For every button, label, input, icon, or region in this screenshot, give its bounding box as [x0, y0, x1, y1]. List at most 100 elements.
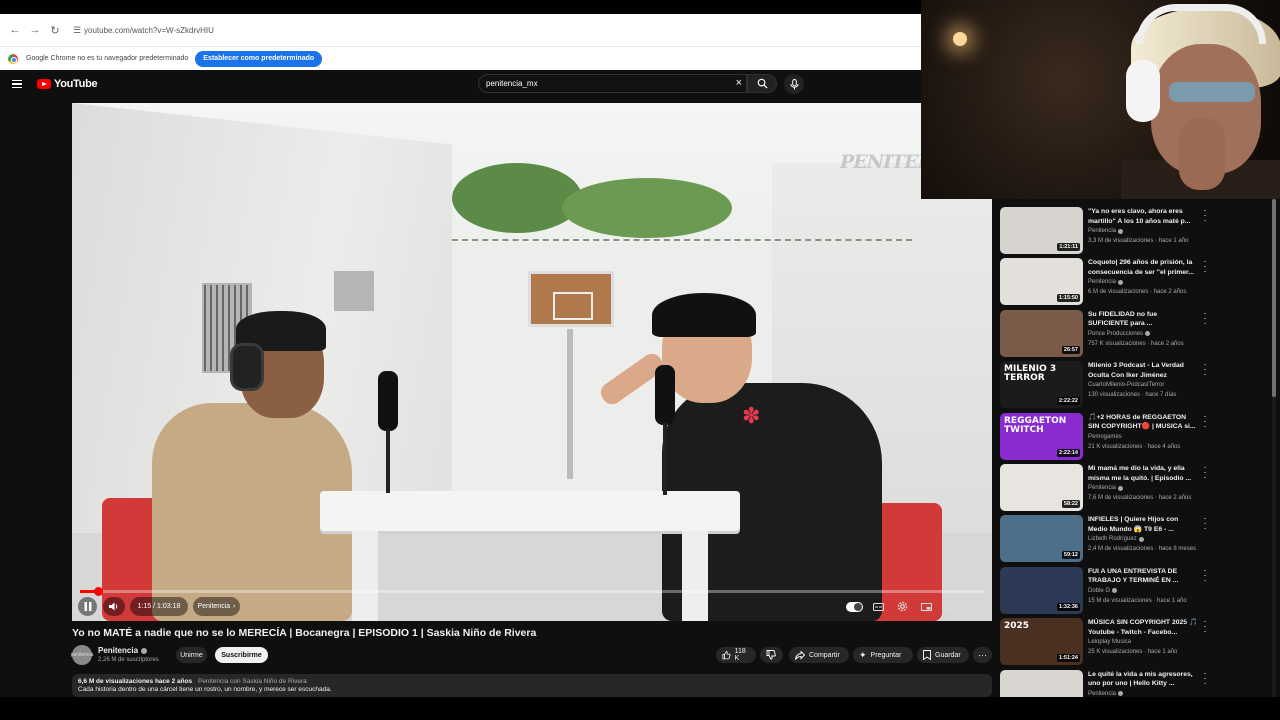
autoplay-toggle[interactable]: [845, 597, 864, 616]
site-info-icon[interactable]: ☰: [70, 25, 84, 36]
recommendation-channel[interactable]: Penitencia: [1088, 279, 1124, 286]
clear-search-icon[interactable]: ×: [736, 77, 742, 89]
video-thumbnail[interactable]: 1:15:50: [1000, 258, 1083, 306]
video-thumbnail[interactable]: 1:21:11: [1000, 207, 1083, 254]
video-duration: 26:57: [1061, 345, 1080, 354]
theater-button[interactable]: [941, 597, 960, 616]
set-default-button[interactable]: Establecer como predeterminado: [195, 50, 323, 67]
video-thumbnail[interactable]: [1000, 669, 1083, 697]
more-vertical-icon[interactable]: · · ·: [1202, 206, 1208, 225]
progress-knob[interactable]: [93, 587, 103, 596]
video-thumbnail[interactable]: 58:22: [1000, 464, 1083, 511]
recommendation-title[interactable]: MÚSICA SIN COPYRIGHT 2025 🎵 Youtube - Tw…: [1088, 618, 1198, 637]
description-box[interactable]: 6,6 M de visualizaciones hace 2 años Pen…: [72, 674, 992, 697]
ask-button[interactable]: ✦ Preguntar: [853, 647, 913, 663]
subscribe-button[interactable]: Suscribirme: [215, 647, 268, 663]
recommendation-channel[interactable]: Penitencia: [1088, 691, 1124, 697]
more-actions-button[interactable]: ⋯: [973, 647, 992, 663]
recommendation-channel-name: Penitencia: [1088, 279, 1117, 286]
verified-icon: [1118, 691, 1124, 697]
recommendation-item[interactable]: Le quité la vida a mis agresores, uno po…: [1000, 668, 1270, 697]
volume-icon: [109, 602, 118, 611]
video-thumbnail[interactable]: 59:12: [1000, 515, 1083, 563]
recommendation-channel[interactable]: Pemogames: [1088, 434, 1122, 440]
channel-avatar[interactable]: penitencia: [70, 645, 94, 665]
recommendation-title[interactable]: "Ya no eres clavo, ahora eres martillo" …: [1088, 207, 1198, 226]
forward-icon[interactable]: →: [26, 21, 44, 39]
more-vertical-icon[interactable]: · · ·: [1202, 514, 1208, 533]
avatar-text: penitencia: [70, 652, 94, 658]
more-vertical-icon[interactable]: · · ·: [1202, 463, 1208, 482]
share-button[interactable]: Compartir: [789, 647, 849, 663]
browser-toolbar: ← → ↻ ☰ youtube.com/watch?v=W-sZkdrvHIU: [0, 14, 921, 46]
settings-button[interactable]: [893, 597, 912, 616]
recommendation-channel[interactable]: Penitencia: [1088, 228, 1124, 234]
recommendation-channel-name: Penitencia: [1088, 228, 1117, 234]
search-input[interactable]: penitencia_mx ×: [478, 74, 747, 93]
recommendation-title[interactable]: 🎵+2 HORAS de REGGAETON SIN COPYRIGHT🔴 | …: [1088, 413, 1198, 432]
recommendation-meta: 21 K visualizaciones · hace 4 años: [1088, 443, 1181, 450]
dislike-button[interactable]: [760, 647, 783, 663]
like-button[interactable]: 118 K: [716, 647, 756, 663]
recommendation-title[interactable]: FUI A UNA ENTREVISTA DE TRABAJO Y TERMIN…: [1088, 567, 1198, 586]
voice-search-button[interactable]: [784, 74, 804, 94]
recommendation-title[interactable]: INFIELES | Quiere Hijos con Medio Mundo …: [1088, 515, 1198, 534]
youtube-logo-text: YouTube: [54, 78, 98, 90]
video-thumbnail[interactable]: 2025 1:51:24: [1000, 618, 1083, 666]
recommendation-title[interactable]: Coqueto| 296 años de prisión, la consecu…: [1088, 258, 1198, 277]
back-icon[interactable]: ←: [6, 21, 24, 39]
search-button[interactable]: [747, 74, 777, 93]
reload-icon[interactable]: ↻: [46, 21, 64, 39]
youtube-logo[interactable]: YouTube: [37, 78, 98, 90]
video-thumbnail[interactable]: REGGAETON TWITCH 2:22:14: [1000, 412, 1083, 460]
recommendation-item[interactable]: 2025 1:51:24 MÚSICA SIN COPYRIGHT 2025 🎵 Y…: [1000, 616, 1270, 667]
video-thumbnail[interactable]: 1:32:36: [1000, 566, 1083, 614]
video-thumbnail[interactable]: 26:57: [1000, 309, 1083, 357]
subtitles-button[interactable]: [869, 597, 888, 616]
recommendation-channel[interactable]: Lizbeth Rodríguez: [1088, 536, 1144, 542]
search-icon: [757, 78, 768, 89]
more-vertical-icon[interactable]: · · ·: [1202, 308, 1208, 327]
sidebar-scrollbar-thumb[interactable]: [1272, 199, 1276, 397]
chapter-button[interactable]: Penitencia ›: [193, 597, 240, 616]
video-duration: 59:12: [1061, 551, 1080, 560]
thumbnail-text: REGGAETON TWITCH: [1004, 415, 1067, 435]
fullscreen-button[interactable]: [965, 597, 984, 616]
chevron-right-icon: ›: [233, 603, 236, 610]
recommendation-item[interactable]: 1:15:50 Coqueto| 296 años de prisión, la …: [1000, 256, 1270, 307]
recommendation-title[interactable]: Su FIDELIDAD no fue SUFICIENTE para ...: [1088, 310, 1198, 329]
recommendation-item[interactable]: 26:57 Su FIDELIDAD no fue SUFICIENTE para…: [1000, 308, 1270, 359]
more-vertical-icon[interactable]: · · ·: [1202, 617, 1208, 636]
more-vertical-icon[interactable]: · · ·: [1202, 411, 1208, 430]
recommendation-item[interactable]: 1:32:36 FUI A UNA ENTREVISTA DE TRABAJO Y…: [1000, 565, 1270, 616]
recommendation-item[interactable]: MILENIO 3 TERROR 2:22:22 Milenio 3 Podcast…: [1000, 359, 1270, 410]
recommendation-title[interactable]: Le quité la vida a mis agresores, uno po…: [1088, 670, 1198, 689]
progress-bar[interactable]: [80, 587, 984, 596]
pause-button[interactable]: [78, 597, 97, 616]
recommendation-channel[interactable]: Penitencia: [1088, 485, 1124, 491]
recommendation-channel[interactable]: Ponce Producciones: [1088, 331, 1151, 337]
more-vertical-icon[interactable]: · · ·: [1202, 257, 1208, 276]
join-button[interactable]: Unirme: [176, 647, 207, 663]
address-bar[interactable]: ☰ youtube.com/watch?v=W-sZkdrvHIU: [70, 19, 909, 41]
more-vertical-icon[interactable]: · · ·: [1202, 668, 1208, 687]
recommendation-channel[interactable]: Doble G: [1088, 588, 1118, 594]
volume-button[interactable]: [103, 597, 125, 616]
recommendation-item[interactable]: 58:22 Mi mamá me dio la vida, y ella mism…: [1000, 462, 1270, 513]
channel-name-link[interactable]: Penitencia: [98, 646, 148, 655]
more-vertical-icon[interactable]: · · ·: [1202, 565, 1208, 584]
more-vertical-icon[interactable]: · · ·: [1202, 360, 1208, 379]
menu-icon[interactable]: [12, 80, 22, 88]
recommendation-item[interactable]: 59:12 INFIELES | Quiere Hijos con Medio M…: [1000, 513, 1270, 564]
recommendation-item[interactable]: REGGAETON TWITCH 2:22:14 🎵+2 HORAS de REGG…: [1000, 411, 1270, 462]
recommendation-channel[interactable]: Leloplay Musica: [1088, 639, 1131, 645]
recommendation-title[interactable]: Milenio 3 Podcast - La Verdad Oculta Con…: [1088, 361, 1198, 380]
video-player[interactable]: PENITEN ✽ 1:15 / 1:03:18 Penitencia ›: [72, 103, 992, 621]
recommendation-title[interactable]: Mi mamá me dio la vida, y ella misma me …: [1088, 464, 1198, 483]
save-button[interactable]: Guardar: [917, 647, 969, 663]
video-thumbnail[interactable]: MILENIO 3 TERROR 2:22:22: [1000, 361, 1083, 409]
recommendation-channel[interactable]: CuartoMilenio-PodcastTerror: [1088, 382, 1164, 388]
recommendation-item[interactable]: 1:21:11 "Ya no eres clavo, ahora eres mar…: [1000, 205, 1270, 256]
thumbnail-text: 2025: [1004, 621, 1030, 632]
miniplayer-button[interactable]: [917, 597, 936, 616]
